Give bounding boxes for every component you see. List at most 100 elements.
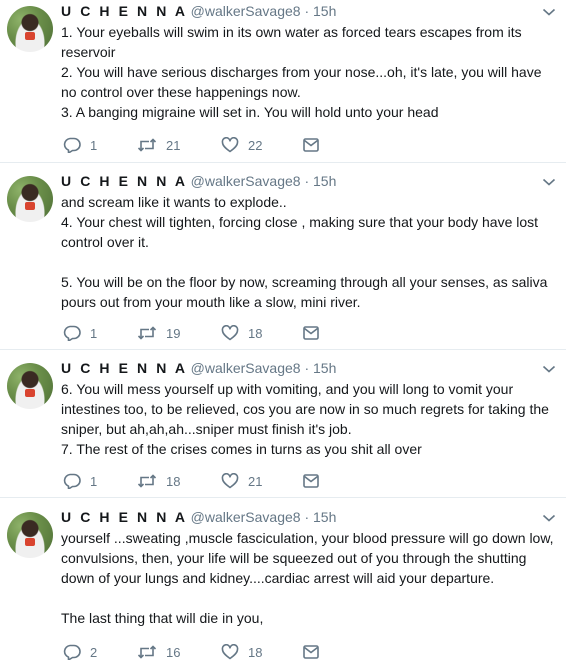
tweet-divider <box>0 497 566 498</box>
retweet-count: 21 <box>166 137 181 153</box>
tweet-header: U C H E N N A @walkerSavage8 · 15h <box>61 359 336 377</box>
reply-count: 1 <box>90 137 98 153</box>
display-name[interactable]: U C H E N N A <box>61 360 188 376</box>
retweet-icon <box>137 137 157 153</box>
tweet-paragraph: yourself ...sweating ,muscle fasciculati… <box>61 530 558 586</box>
tweet-paragraph: The last thing that will die in you, <box>61 610 264 626</box>
reply-button[interactable]: 2 <box>63 642 97 662</box>
reply-icon <box>63 473 81 489</box>
tweet-text: 1. Your eyeballs will swim in its own wa… <box>61 22 559 122</box>
retweet-count: 19 <box>166 325 181 341</box>
timestamp[interactable]: 15h <box>313 3 336 19</box>
direct-message-button[interactable] <box>302 135 320 155</box>
tweet-paragraph: 5. You will be on the floor by now, scre… <box>61 274 552 310</box>
like-count: 22 <box>248 137 263 153</box>
reply-button[interactable]: 1 <box>63 135 97 155</box>
retweet-count: 18 <box>166 473 181 489</box>
reply-count: 1 <box>90 325 98 341</box>
like-count: 18 <box>248 325 263 341</box>
retweet-count: 16 <box>166 644 181 660</box>
separator-dot: · <box>304 3 310 19</box>
timestamp[interactable]: 15h <box>313 360 336 376</box>
like-count: 21 <box>248 473 263 489</box>
like-count: 18 <box>248 644 263 660</box>
tweet-actions: 1 18 21 <box>63 471 363 491</box>
user-handle[interactable]: @walkerSavage8 <box>191 509 301 525</box>
avatar[interactable] <box>7 512 53 558</box>
heart-icon <box>221 137 239 153</box>
avatar-detail <box>25 32 35 40</box>
tweet-paragraph: 2. You will have serious discharges from… <box>61 64 546 100</box>
tweet[interactable]: U C H E N N A @walkerSavage8 · 15h and scr… <box>0 172 566 347</box>
tweet-paragraph <box>61 252 559 272</box>
display-name[interactable]: U C H E N N A <box>61 3 188 19</box>
heart-icon <box>221 473 239 489</box>
retweet-button[interactable]: 18 <box>137 471 180 491</box>
avatar[interactable] <box>7 363 53 409</box>
direct-message-button[interactable] <box>302 642 320 662</box>
tweet-divider <box>0 162 566 163</box>
tweet[interactable]: U C H E N N A @walkerSavage8 · 15h 1. Your… <box>0 2 566 159</box>
chevron-down-icon[interactable] <box>542 4 556 16</box>
envelope-icon <box>302 644 320 660</box>
avatar[interactable] <box>7 176 53 222</box>
tweet-actions: 1 21 22 <box>63 135 363 155</box>
timestamp[interactable]: 15h <box>313 173 336 189</box>
like-button[interactable]: 18 <box>221 642 262 662</box>
tweet-actions: 1 19 18 <box>63 323 363 343</box>
like-button[interactable]: 22 <box>221 135 262 155</box>
tweet-paragraph: 4. Your chest will tighten, forcing clos… <box>61 214 542 250</box>
reply-count: 1 <box>90 473 98 489</box>
envelope-icon <box>302 137 320 153</box>
direct-message-button[interactable] <box>302 471 320 491</box>
tweet-text: yourself ...sweating ,muscle fasciculati… <box>61 528 559 628</box>
like-button[interactable]: 18 <box>221 323 262 343</box>
avatar[interactable] <box>7 6 53 52</box>
reply-icon <box>63 644 81 660</box>
avatar-detail <box>25 538 35 546</box>
tweet-paragraph: 6. You will mess yourself up with vomiti… <box>61 381 553 437</box>
tweet-paragraph: 1. Your eyeballs will swim in its own wa… <box>61 24 526 60</box>
retweet-button[interactable]: 19 <box>137 323 180 343</box>
retweet-icon <box>137 325 157 341</box>
retweet-icon <box>137 644 157 660</box>
tweet[interactable]: U C H E N N A @walkerSavage8 · 15h yoursel… <box>0 508 566 666</box>
chevron-down-icon[interactable] <box>542 510 556 522</box>
envelope-icon <box>302 325 320 341</box>
chevron-down-icon[interactable] <box>542 174 556 186</box>
retweet-button[interactable]: 16 <box>137 642 180 662</box>
tweet-paragraph: 3. A banging migraine will set in. You w… <box>61 104 439 120</box>
user-handle[interactable]: @walkerSavage8 <box>191 3 301 19</box>
tweet-paragraph <box>61 588 559 608</box>
tweet-text: and scream like it wants to explode.. 4. … <box>61 192 559 312</box>
like-button[interactable]: 21 <box>221 471 262 491</box>
reply-button[interactable]: 1 <box>63 323 97 343</box>
tweet-paragraph: 7. The rest of the crises comes in turns… <box>61 441 422 457</box>
avatar-detail <box>25 389 35 397</box>
tweet-text: 6. You will mess yourself up with vomiti… <box>61 379 559 459</box>
user-handle[interactable]: @walkerSavage8 <box>191 360 301 376</box>
timestamp[interactable]: 15h <box>313 509 336 525</box>
tweet-actions: 2 16 18 <box>63 642 363 662</box>
separator-dot: · <box>304 360 310 376</box>
reply-icon <box>63 325 81 341</box>
reply-icon <box>63 137 81 153</box>
retweet-icon <box>137 473 157 489</box>
envelope-icon <box>302 473 320 489</box>
display-name[interactable]: U C H E N N A <box>61 509 188 525</box>
tweet-paragraph: and scream like it wants to explode.. <box>61 194 287 210</box>
tweet[interactable]: U C H E N N A @walkerSavage8 · 15h 6. You … <box>0 359 566 495</box>
avatar-detail <box>25 202 35 210</box>
retweet-button[interactable]: 21 <box>137 135 180 155</box>
user-handle[interactable]: @walkerSavage8 <box>191 173 301 189</box>
display-name[interactable]: U C H E N N A <box>61 173 188 189</box>
reply-button[interactable]: 1 <box>63 471 97 491</box>
chevron-down-icon[interactable] <box>542 361 556 373</box>
separator-dot: · <box>304 173 310 189</box>
heart-icon <box>221 644 239 660</box>
tweet-header: U C H E N N A @walkerSavage8 · 15h <box>61 508 336 526</box>
heart-icon <box>221 325 239 341</box>
direct-message-button[interactable] <box>302 323 320 343</box>
reply-count: 2 <box>90 644 98 660</box>
tweet-header: U C H E N N A @walkerSavage8 · 15h <box>61 2 336 20</box>
